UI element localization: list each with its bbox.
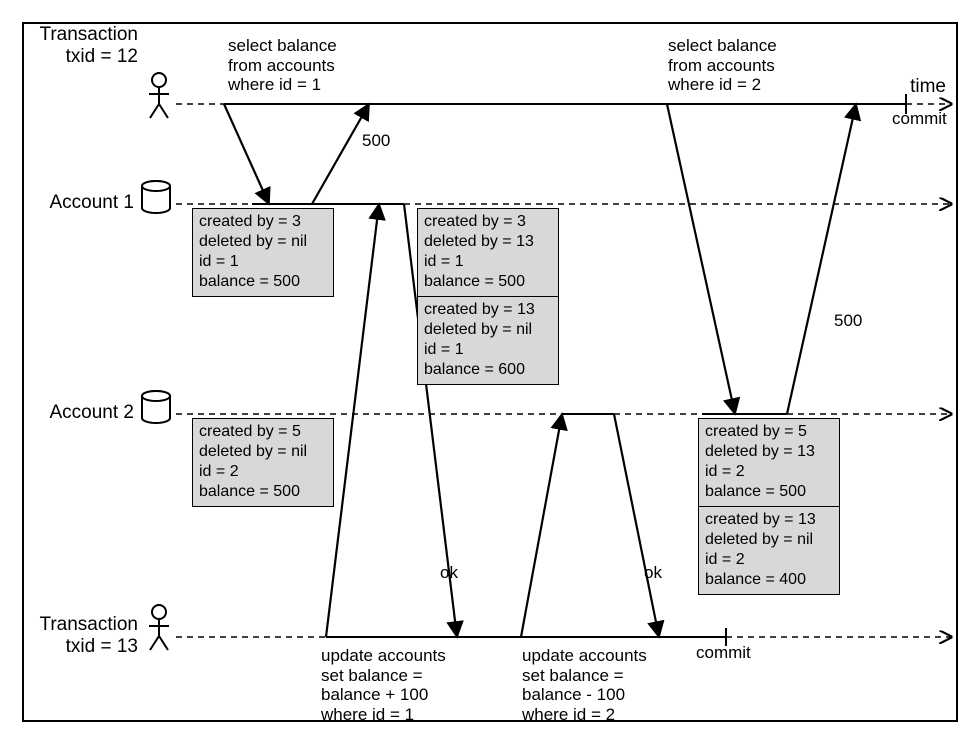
lane-label-account1: Account 1 bbox=[24, 192, 134, 214]
edge-label-500-b: 500 bbox=[834, 312, 862, 331]
version-a1-initial: created by = 3 deleted by = nil id = 1 b… bbox=[192, 208, 334, 297]
version-a2-old: created by = 5 deleted by = 13 id = 2 ba… bbox=[698, 418, 840, 507]
edge-label-ok-1: ok bbox=[440, 564, 458, 583]
lane-label-txn13: Transaction txid = 13 bbox=[24, 614, 138, 658]
diagram-frame: Transaction txid = 12 Account 1 Account … bbox=[22, 22, 958, 722]
time-axis-label: time bbox=[910, 76, 946, 98]
query-select-id2: select balance from accounts where id = … bbox=[668, 36, 777, 95]
version-a1-old: created by = 3 deleted by = 13 id = 1 ba… bbox=[417, 208, 559, 297]
version-a1-stack: created by = 3 deleted by = 13 id = 1 ba… bbox=[417, 208, 559, 385]
commit-label-top: commit bbox=[892, 110, 947, 129]
version-a2-stack: created by = 5 deleted by = 13 id = 2 ba… bbox=[698, 418, 840, 595]
version-a2-initial: created by = 5 deleted by = nil id = 2 b… bbox=[192, 418, 334, 507]
query-update-id1: update accounts set balance = balance + … bbox=[321, 646, 446, 722]
version-a2-new: created by = 13 deleted by = nil id = 2 … bbox=[698, 507, 840, 595]
edge-label-ok-2: ok bbox=[644, 564, 662, 583]
commit-label-bottom: commit bbox=[696, 644, 751, 663]
version-a1-new: created by = 13 deleted by = nil id = 1 … bbox=[417, 297, 559, 385]
edge-label-500-a: 500 bbox=[362, 132, 390, 151]
query-select-id1: select balance from accounts where id = … bbox=[228, 36, 337, 95]
lane-label-account2: Account 2 bbox=[24, 402, 134, 424]
lane-label-txn12: Transaction txid = 12 bbox=[24, 24, 138, 68]
query-update-id2: update accounts set balance = balance - … bbox=[522, 646, 647, 722]
